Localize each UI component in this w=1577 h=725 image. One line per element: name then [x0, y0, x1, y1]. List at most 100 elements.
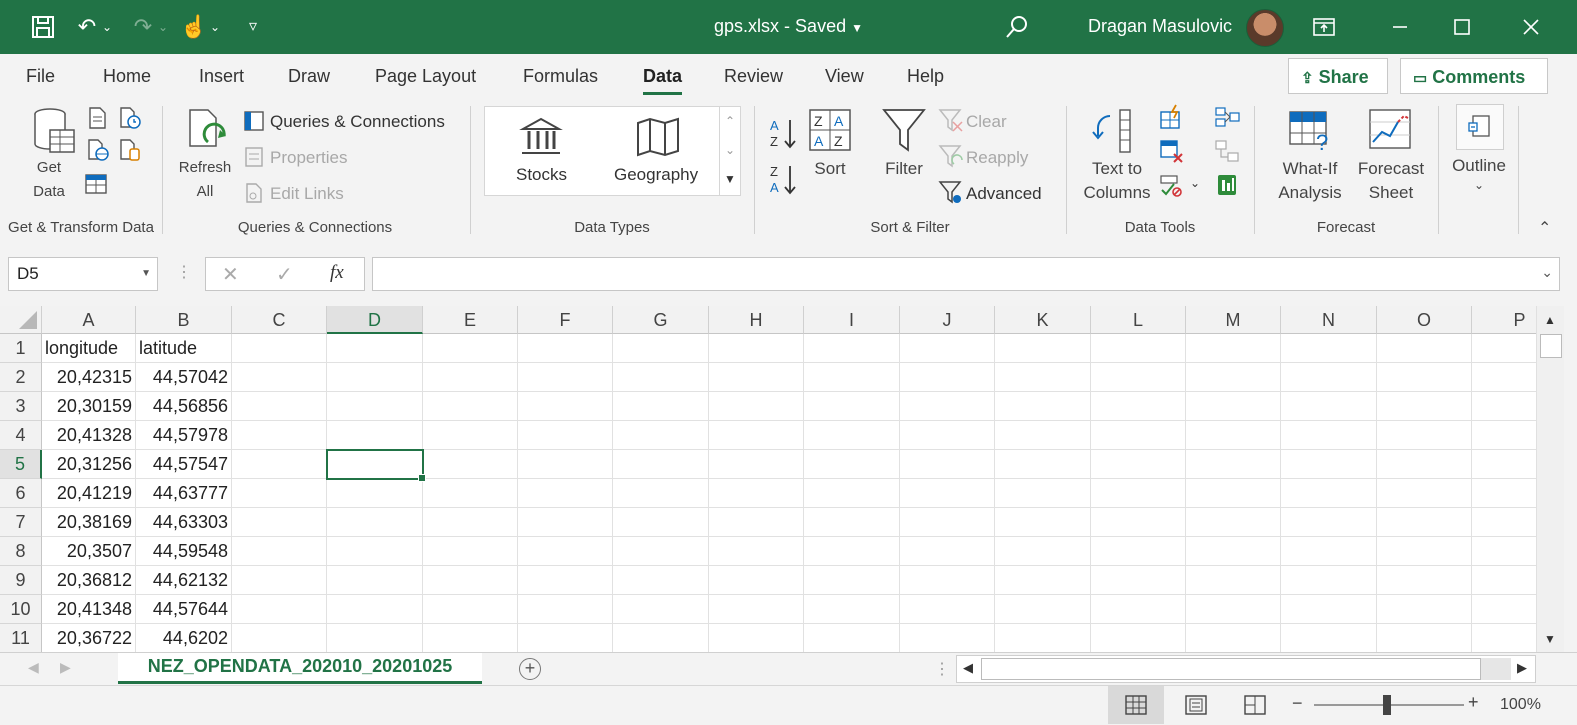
cell[interactable]	[1091, 537, 1186, 566]
ribbon-display-options-icon[interactable]	[1311, 14, 1337, 40]
column-header[interactable]: K	[995, 306, 1091, 334]
cell[interactable]	[613, 537, 709, 566]
cell[interactable]: 44,57547	[136, 450, 232, 479]
tab-home[interactable]: Home	[103, 66, 151, 87]
tab-help[interactable]: Help	[907, 66, 944, 87]
column-header[interactable]: A	[42, 306, 136, 334]
cell[interactable]	[1472, 450, 1536, 479]
cell[interactable]	[518, 421, 613, 450]
cell[interactable]	[1377, 450, 1472, 479]
cell[interactable]: 20,41328	[42, 421, 136, 450]
sort-z-to-a-icon[interactable]: Z A	[768, 162, 798, 196]
touch-mode-icon[interactable]: ☝	[180, 14, 207, 40]
column-header[interactable]: C	[232, 306, 327, 334]
zoom-slider-thumb[interactable]	[1383, 695, 1391, 715]
scroll-right-icon[interactable]: ▶	[1517, 660, 1527, 676]
column-header[interactable]: M	[1186, 306, 1281, 334]
cell[interactable]	[613, 624, 709, 652]
cell[interactable]	[804, 479, 900, 508]
cell[interactable]: 44,57978	[136, 421, 232, 450]
cell[interactable]	[1091, 450, 1186, 479]
cell[interactable]	[518, 595, 613, 624]
tab-formulas[interactable]: Formulas	[523, 66, 598, 87]
cell[interactable]: 44,6202	[136, 624, 232, 652]
cell[interactable]	[232, 334, 327, 363]
flash-fill-icon[interactable]	[1158, 104, 1184, 130]
cell[interactable]	[995, 508, 1091, 537]
cell[interactable]: longitude	[42, 334, 136, 363]
cell[interactable]: 20,30159	[42, 392, 136, 421]
touch-dropdown-icon[interactable]: ⌄	[208, 14, 222, 40]
formula-input[interactable]: ⌄	[372, 257, 1560, 291]
cell[interactable]	[1186, 624, 1281, 652]
vertical-scroll-thumb[interactable]	[1540, 334, 1562, 358]
cell[interactable]	[804, 624, 900, 652]
horizontal-scrollbar[interactable]: ◀ ▶	[956, 655, 1536, 683]
file-name[interactable]: gps.xlsx	[714, 16, 779, 36]
select-all-corner[interactable]	[0, 306, 42, 334]
customize-toolbar-icon[interactable]: ▿	[240, 14, 266, 40]
cell[interactable]	[232, 508, 327, 537]
cell[interactable]	[1377, 508, 1472, 537]
cell[interactable]	[804, 595, 900, 624]
cell[interactable]	[1186, 566, 1281, 595]
from-text-icon[interactable]	[86, 106, 108, 130]
cell[interactable]	[327, 421, 423, 450]
cell[interactable]	[1472, 363, 1536, 392]
cell[interactable]	[613, 334, 709, 363]
cell[interactable]	[1472, 595, 1536, 624]
cell[interactable]: 44,57042	[136, 363, 232, 392]
relationships-icon[interactable]	[1214, 138, 1240, 164]
column-header[interactable]: G	[613, 306, 709, 334]
column-header[interactable]: I	[804, 306, 900, 334]
cell[interactable]	[1281, 334, 1377, 363]
cell[interactable]	[1377, 392, 1472, 421]
cell[interactable]	[518, 537, 613, 566]
column-header[interactable]: B	[136, 306, 232, 334]
cell[interactable]	[804, 421, 900, 450]
cell[interactable]	[1186, 450, 1281, 479]
cell[interactable]: 44,57644	[136, 595, 232, 624]
cell[interactable]	[518, 624, 613, 652]
cell[interactable]	[995, 421, 1091, 450]
cell[interactable]	[518, 566, 613, 595]
tab-page-layout[interactable]: Page Layout	[375, 66, 476, 87]
cell[interactable]	[1186, 334, 1281, 363]
cell[interactable]	[900, 624, 995, 652]
cell[interactable]	[232, 595, 327, 624]
collapse-ribbon-icon[interactable]: ⌃	[1538, 218, 1551, 238]
cell[interactable]	[327, 537, 423, 566]
tab-split-grip-icon[interactable]: ⋮	[934, 659, 950, 679]
horizontal-scroll-track[interactable]	[1481, 658, 1511, 680]
maximize-icon[interactable]	[1449, 14, 1475, 40]
user-name[interactable]: Dragan Masulovic	[1088, 16, 1232, 37]
gallery-more-icon[interactable]: ▼	[720, 165, 740, 194]
cell[interactable]	[423, 624, 518, 652]
cell[interactable]	[1091, 624, 1186, 652]
cell[interactable]	[1281, 508, 1377, 537]
scroll-up-icon[interactable]: ▲	[1539, 308, 1561, 332]
cell[interactable]	[1472, 479, 1536, 508]
cell[interactable]	[423, 450, 518, 479]
cell[interactable]	[995, 450, 1091, 479]
column-header[interactable]: D	[327, 306, 423, 334]
cell[interactable]	[232, 392, 327, 421]
cell[interactable]	[613, 479, 709, 508]
comments-button[interactable]: ▭ Comments	[1400, 58, 1548, 94]
cell[interactable]	[1091, 392, 1186, 421]
cell[interactable]	[1377, 566, 1472, 595]
prev-sheet-icon[interactable]: ◀	[28, 659, 39, 676]
gallery-up-icon[interactable]: ⌃	[720, 107, 740, 136]
cell[interactable]	[1281, 421, 1377, 450]
cell[interactable]: 20,41219	[42, 479, 136, 508]
cell[interactable]	[518, 363, 613, 392]
name-box-dropdown-icon[interactable]: ▼	[141, 258, 151, 290]
cell[interactable]	[1281, 624, 1377, 652]
cell[interactable]	[995, 334, 1091, 363]
column-header[interactable]: O	[1377, 306, 1472, 334]
cell[interactable]	[709, 421, 804, 450]
tab-insert[interactable]: Insert	[199, 66, 244, 87]
cell[interactable]	[1472, 624, 1536, 652]
cell[interactable]	[709, 508, 804, 537]
manage-data-model-icon[interactable]	[1214, 172, 1240, 198]
